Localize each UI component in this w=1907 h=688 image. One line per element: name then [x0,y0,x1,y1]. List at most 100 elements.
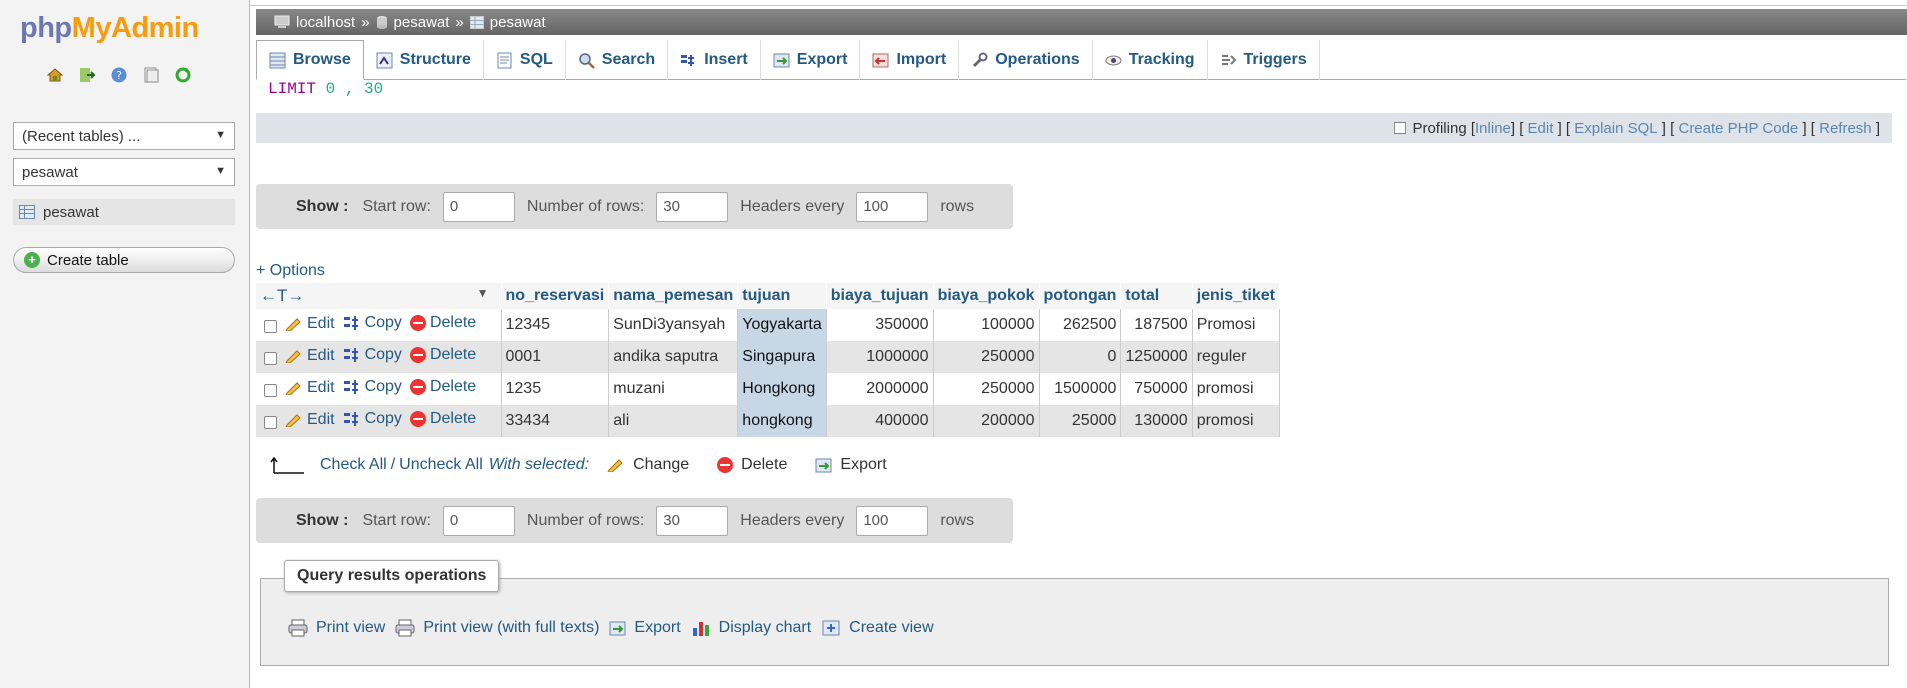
breadcrumb-database[interactable]: pesawat [394,14,450,31]
table-cell-jenis_tiket[interactable]: promosi [1192,373,1280,405]
table-cell-jenis_tiket[interactable]: reguler [1192,341,1280,373]
column-header[interactable]: no_reservasi [501,283,610,309]
table-cell-biaya_pokok[interactable]: 250000 [933,373,1040,405]
table-cell-total[interactable]: 750000 [1120,373,1193,405]
row-checkbox[interactable] [264,416,277,430]
print-view-full-link[interactable]: Print view (with full texts) [395,619,599,637]
tab-tracking[interactable]: Tracking [1093,40,1208,80]
row-edit-link[interactable]: Edit [285,411,335,429]
edit-sql-link[interactable]: Edit [1528,120,1554,137]
profiling-checkbox[interactable] [1394,122,1407,134]
column-header[interactable]: biaya_tujuan [826,283,934,309]
column-move-arrows[interactable]: ←T→ [260,286,304,305]
table-cell-total[interactable]: 130000 [1120,405,1193,437]
column-header[interactable]: biaya_pokok [933,283,1040,309]
column-header[interactable]: potongan [1039,283,1122,309]
number-of-rows-input[interactable]: 30 [656,191,729,222]
table-cell-tujuan[interactable]: hongkong [737,405,827,437]
row-delete-link[interactable]: Delete [409,314,476,332]
table-cell-potongan[interactable]: 1500000 [1039,373,1122,405]
row-checkbox[interactable] [264,320,277,334]
table-cell-biaya_tujuan[interactable]: 2000000 [826,373,934,405]
table-cell-potongan[interactable]: 262500 [1039,309,1122,341]
row-edit-link[interactable]: Edit [285,379,335,397]
table-cell-tujuan[interactable]: Hongkong [737,373,827,405]
table-cell-no_reservasi[interactable]: 0001 [501,341,610,373]
column-header[interactable]: tujuan [737,283,827,309]
nav-table-item[interactable]: pesawat [13,199,235,225]
table-cell-biaya_pokok[interactable]: 250000 [933,341,1040,373]
recent-tables-select[interactable]: (Recent tables) ... ▼ [13,122,235,150]
uncheck-all-link[interactable]: Uncheck All [399,456,483,474]
table-cell-jenis_tiket[interactable]: promosi [1192,405,1280,437]
row-copy-link[interactable]: Copy [343,410,402,428]
delete-selected-button[interactable]: Delete [717,456,787,474]
table-cell-potongan[interactable]: 0 [1039,341,1122,373]
breadcrumb-server[interactable]: localhost [296,14,355,31]
row-checkbox[interactable] [264,352,277,366]
tab-triggers[interactable]: Triggers [1208,40,1320,80]
column-header[interactable]: nama_pemesan [608,283,739,309]
start-row-input[interactable]: 0 [442,191,515,222]
row-checkbox[interactable] [264,384,277,398]
start-row-input[interactable]: 0 [442,505,515,536]
table-cell-potongan[interactable]: 25000 [1039,405,1122,437]
row-delete-link[interactable]: Delete [409,346,476,364]
phpmyadmin-logo[interactable]: phpMyAdmin [20,12,199,45]
home-icon[interactable] [46,66,64,84]
table-cell-nama_pemesan[interactable]: andika saputra [608,341,739,373]
breadcrumb-table[interactable]: pesawat [490,14,546,31]
table-cell-total[interactable]: 1250000 [1120,341,1193,373]
headers-every-input[interactable]: 100 [856,505,929,536]
table-cell-biaya_tujuan[interactable]: 400000 [826,405,934,437]
headers-every-input[interactable]: 100 [856,191,929,222]
refresh-link[interactable]: Refresh [1819,120,1872,137]
table-cell-total[interactable]: 187500 [1120,309,1193,341]
row-delete-link[interactable]: Delete [409,378,476,396]
table-cell-nama_pemesan[interactable]: muzani [608,373,739,405]
table-cell-biaya_tujuan[interactable]: 1000000 [826,341,934,373]
tab-browse[interactable]: Browse [256,40,364,80]
display-chart-link[interactable]: Display chart [691,619,811,637]
explain-sql-link[interactable]: Explain SQL [1574,120,1657,137]
column-header[interactable]: total [1120,283,1193,309]
number-of-rows-input[interactable]: 30 [656,505,729,536]
export-results-link[interactable]: Export [609,619,681,637]
create-view-link[interactable]: Create view [821,619,934,637]
check-all-link[interactable]: Check All [320,456,387,474]
documentation-icon[interactable] [142,66,160,84]
tab-sql[interactable]: SQL [484,40,566,80]
table-cell-nama_pemesan[interactable]: SunDi3yansyah [608,309,739,341]
export-selected-button[interactable]: Export [815,456,887,474]
inline-link[interactable]: Inline [1475,120,1511,137]
logout-icon[interactable] [78,66,96,84]
database-select[interactable]: pesawat ▼ [13,158,235,186]
tab-insert[interactable]: Insert [668,40,761,80]
options-link[interactable]: + Options [256,262,325,280]
table-cell-no_reservasi[interactable]: 33434 [501,405,610,437]
row-edit-link[interactable]: Edit [285,347,335,365]
change-selected-button[interactable]: Change [607,456,689,474]
row-copy-link[interactable]: Copy [343,378,402,396]
row-copy-link[interactable]: Copy [343,346,402,364]
table-cell-biaya_pokok[interactable]: 200000 [933,405,1040,437]
table-cell-biaya_pokok[interactable]: 100000 [933,309,1040,341]
help-icon[interactable]: ? [110,66,128,84]
caret-down-icon[interactable]: ▼ [477,286,489,300]
tab-structure[interactable]: Structure [364,40,484,80]
create-php-code-link[interactable]: Create PHP Code [1678,120,1798,137]
table-cell-tujuan[interactable]: Singapura [737,341,827,373]
table-cell-biaya_tujuan[interactable]: 350000 [826,309,934,341]
column-header[interactable]: jenis_tiket [1192,283,1280,309]
table-cell-nama_pemesan[interactable]: ali [608,405,739,437]
tab-operations[interactable]: Operations [959,40,1093,80]
tab-import[interactable]: Import [860,40,960,80]
table-cell-no_reservasi[interactable]: 12345 [501,309,610,341]
row-copy-link[interactable]: Copy [343,314,402,332]
row-delete-link[interactable]: Delete [409,410,476,428]
tab-export[interactable]: Export [761,40,861,80]
table-cell-no_reservasi[interactable]: 1235 [501,373,610,405]
table-cell-jenis_tiket[interactable]: Promosi [1192,309,1280,341]
reload-icon[interactable] [174,66,192,84]
row-edit-link[interactable]: Edit [285,315,335,333]
